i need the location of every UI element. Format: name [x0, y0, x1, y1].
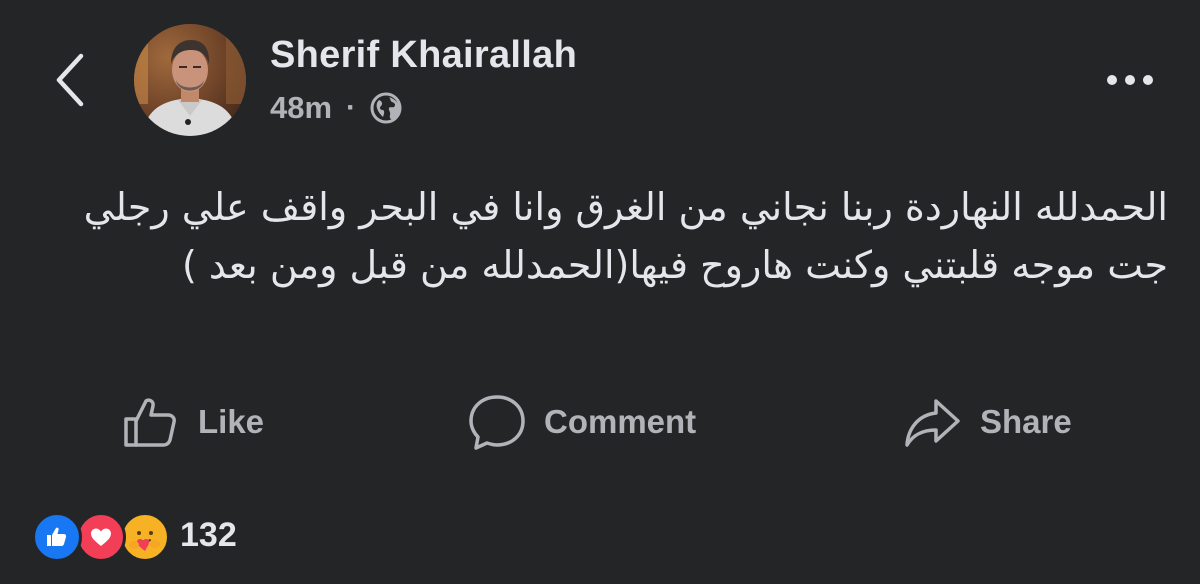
back-button[interactable] [40, 50, 100, 110]
more-horizontal-icon [1143, 75, 1153, 85]
share-arrow-icon [905, 399, 960, 447]
reactions-summary[interactable]: 132 [32, 508, 237, 562]
post-timestamp[interactable]: 48m [270, 90, 332, 126]
more-options-button[interactable] [1100, 62, 1160, 98]
share-button[interactable]: Share [904, 386, 1072, 458]
comment-bubble-icon [469, 395, 525, 450]
post-meta: 48m · [270, 86, 402, 130]
post-card: Sherif Khairallah 48m · الحمدلله النهارد… [0, 0, 1200, 584]
author-name[interactable]: Sherif Khairallah [270, 34, 577, 77]
meta-separator: · [346, 91, 357, 124]
post-body-text: الحمدلله النهاردة ربنا نجاني من الغرق وا… [83, 185, 1168, 287]
thumbs-up-icon [124, 398, 176, 447]
post-actions-bar: Like Comment Share [0, 386, 1200, 458]
comment-button[interactable]: Comment [468, 386, 696, 458]
reaction-count: 132 [180, 515, 237, 554]
like-button[interactable]: Like [122, 386, 264, 458]
chevron-left-icon [56, 53, 84, 107]
share-label: Share [980, 403, 1072, 440]
reaction-icons [32, 510, 172, 562]
love-reaction-icon [76, 512, 126, 562]
profile-photo [134, 24, 246, 136]
comment-label: Comment [544, 403, 697, 440]
more-horizontal-icon [1125, 75, 1135, 85]
avatar[interactable] [134, 24, 246, 136]
more-horizontal-icon [1107, 75, 1117, 85]
care-reaction-icon [120, 512, 170, 562]
globe-icon [370, 92, 402, 124]
like-reaction-icon [32, 512, 82, 562]
like-label: Like [198, 403, 265, 440]
